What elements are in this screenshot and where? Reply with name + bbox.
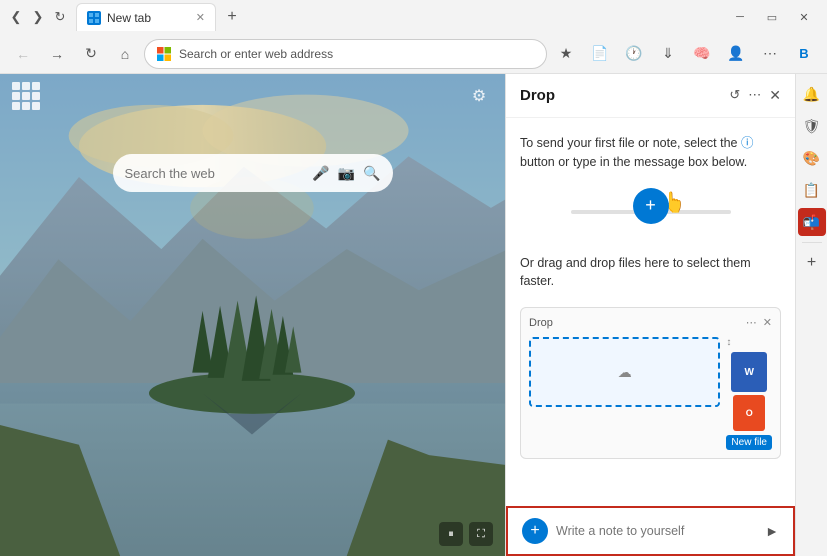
- drop-or-text: Or drag and drop files here to select th…: [520, 254, 781, 292]
- extra-sidebar: 🔔 🛡 🎨 📋 📬 +: [795, 74, 827, 556]
- tab-bar: New tab ✕ +: [76, 3, 717, 31]
- forward-button[interactable]: →: [42, 39, 72, 69]
- drop-preview-header: Drop ⋯ ✕: [529, 316, 772, 329]
- active-tab[interactable]: New tab ✕: [76, 3, 216, 31]
- history-button[interactable]: 🕐: [619, 39, 649, 69]
- browser-icons: ❮ ❯ ↻: [8, 9, 68, 25]
- profiles-button[interactable]: 👤: [721, 39, 751, 69]
- sidebar-shield[interactable]: 🛡: [798, 112, 826, 140]
- new-tab-button[interactable]: +: [220, 5, 244, 29]
- search-icons: 🎤 📷 🔍: [312, 165, 380, 182]
- browser-forward-icon[interactable]: ❯: [30, 9, 46, 25]
- note-input[interactable]: [556, 524, 757, 538]
- search-input[interactable]: [125, 166, 305, 181]
- page-settings-button[interactable]: ⚙: [465, 82, 493, 110]
- extensions-button[interactable]: 🧠: [687, 39, 717, 69]
- main-content: ⚙ 🎤 📷 🔍 ⏸ ⛶: [0, 74, 827, 556]
- tab-favicon: [87, 11, 101, 25]
- collections-button[interactable]: 📄: [585, 39, 615, 69]
- sidebar-themes[interactable]: 🎨: [798, 144, 826, 172]
- info-icon: ⓘ: [741, 136, 754, 150]
- refresh-button[interactable]: ↻: [76, 39, 106, 69]
- sidebar-drop-active[interactable]: 📬: [798, 208, 826, 236]
- drop-preview: Drop ⋯ ✕ ☁ ↕ W: [520, 307, 781, 459]
- bottom-controls: ⏸ ⛶: [439, 522, 493, 546]
- drop-body: To send your first file or note, select …: [506, 118, 795, 506]
- search-bar[interactable]: 🎤 📷 🔍: [113, 154, 393, 192]
- back-button[interactable]: ←: [8, 39, 38, 69]
- pause-button[interactable]: ⏸: [439, 522, 463, 546]
- drop-instruction: To send your first file or note, select …: [520, 134, 781, 172]
- favorites-button[interactable]: ★: [551, 39, 581, 69]
- new-file-button[interactable]: New file: [726, 435, 772, 450]
- note-send-button[interactable]: ►: [765, 523, 779, 539]
- mic-icon[interactable]: 🎤: [312, 165, 329, 182]
- new-tab-panel: ⚙ 🎤 📷 🔍 ⏸ ⛶: [0, 74, 505, 556]
- drop-preview-dropzone[interactable]: ☁: [529, 337, 720, 407]
- maximize-button[interactable]: ▭: [757, 7, 787, 27]
- apps-grid-button[interactable]: [12, 82, 40, 110]
- title-bar: ❮ ❯ ↻ New tab ✕ + ─ ▭ ✕: [0, 0, 827, 34]
- bing-copilot-button[interactable]: B: [789, 39, 819, 69]
- word-file-icon: W: [731, 352, 767, 392]
- transfer-icon: ↕: [726, 337, 772, 348]
- camera-icon[interactable]: 📷: [338, 165, 355, 182]
- preview-more-icon: ⋯: [746, 316, 757, 329]
- top-controls: ⚙: [0, 82, 505, 110]
- sidebar-notifications[interactable]: 🔔: [798, 80, 826, 108]
- close-button[interactable]: ✕: [789, 7, 819, 27]
- more-button[interactable]: ⋯: [755, 39, 785, 69]
- drop-close-button[interactable]: ✕: [769, 87, 781, 104]
- drop-preview-files: ↕ W O New file: [726, 337, 772, 450]
- search-icon[interactable]: 🔍: [363, 165, 380, 182]
- sidebar-add[interactable]: +: [798, 249, 826, 277]
- drop-upload-area: + 👆: [520, 188, 781, 238]
- nav-bar: ← → ↻ ⌂ Search or enter web address ★ 📄 …: [0, 34, 827, 74]
- sidebar-clipboard[interactable]: 📋: [798, 176, 826, 204]
- search-bar-container: 🎤 📷 🔍: [113, 154, 393, 192]
- note-plus-button[interactable]: +: [522, 518, 548, 544]
- tab-label: New tab: [107, 11, 151, 25]
- preview-close-icon: ✕: [763, 316, 772, 329]
- drop-panel: Drop ↺ ⋯ ✕ To send your first file or no…: [505, 74, 795, 556]
- drop-refresh-button[interactable]: ↺: [729, 87, 740, 104]
- landscape-bg: [0, 74, 505, 556]
- drop-preview-body: ☁ ↕ W O New: [529, 337, 772, 450]
- drop-more-button[interactable]: ⋯: [748, 87, 761, 104]
- home-button[interactable]: ⌂: [110, 39, 140, 69]
- microsoft-logo: [157, 47, 171, 61]
- office-file-icon: O: [733, 395, 765, 431]
- drop-note-area: + ►: [506, 506, 795, 556]
- fullscreen-button[interactable]: ⛶: [469, 522, 493, 546]
- tab-close-btn[interactable]: ✕: [196, 11, 205, 24]
- sidebar-divider: [802, 242, 822, 243]
- drop-panel-header: Drop ↺ ⋯ ✕: [506, 74, 795, 118]
- upload-plus-button[interactable]: +: [633, 188, 669, 224]
- drop-header-icons: ↺ ⋯ ✕: [729, 87, 781, 104]
- address-text: Search or enter web address: [179, 47, 534, 61]
- address-bar[interactable]: Search or enter web address: [144, 39, 547, 69]
- preview-title: Drop: [529, 317, 740, 329]
- nav-icons: ★ 📄 🕐 ⇓ 🧠 👤 ⋯: [551, 39, 785, 69]
- drop-panel-title: Drop: [520, 87, 721, 104]
- browser-back-icon[interactable]: ❮: [8, 9, 24, 25]
- browser-refresh-icon[interactable]: ↻: [52, 9, 68, 25]
- minimize-button[interactable]: ─: [725, 7, 755, 27]
- downloads-button[interactable]: ⇓: [653, 39, 683, 69]
- window-controls: ─ ▭ ✕: [725, 7, 819, 27]
- cloud-upload-icon: ☁: [618, 364, 632, 381]
